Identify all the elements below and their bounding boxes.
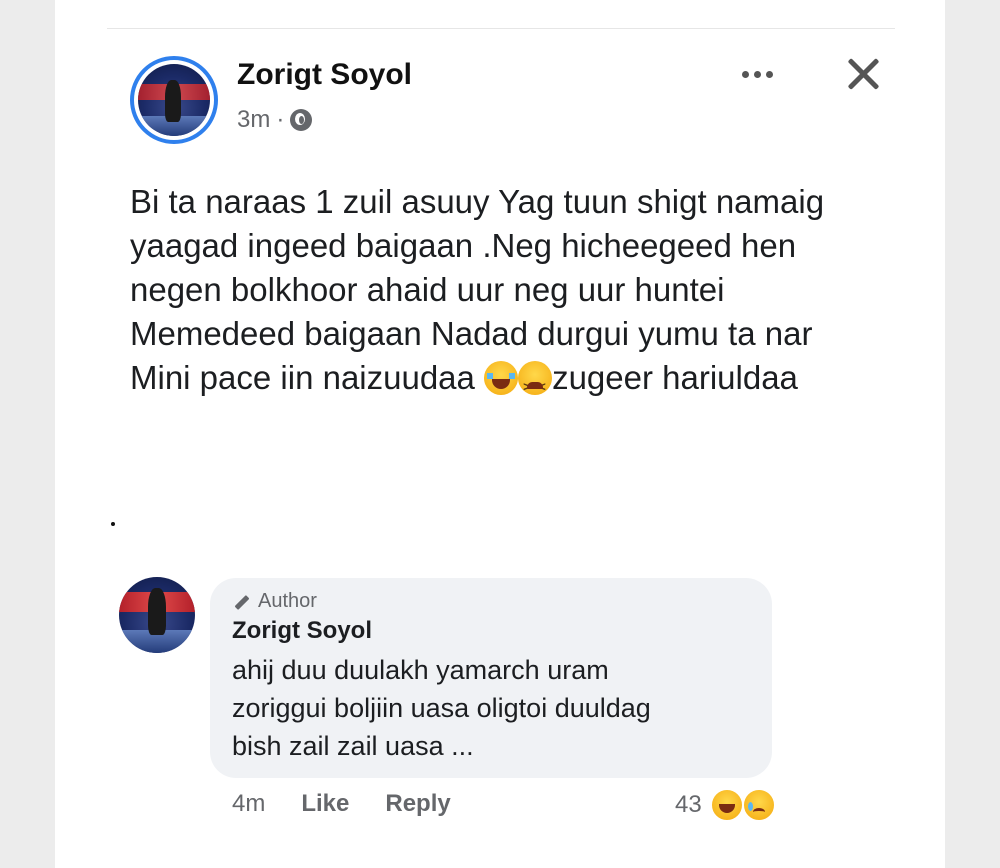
post-text-line: Bi ta naraas 1 zuil asuuy Yag tuun shigt… [130, 183, 825, 220]
more-options-button[interactable] [735, 62, 779, 86]
reaction-count: 43 [675, 791, 702, 818]
post-text-line: negen bolkhoor ahaid uur neg uur huntei [130, 271, 725, 308]
comment-text: ahij duu duulakh yamarch uram zoriggui b… [232, 651, 750, 765]
post-text-line-end: zugeer hariuldaa [552, 359, 798, 396]
comment-time[interactable]: 4m [232, 790, 265, 818]
comment-text-line: ahij duu duulakh yamarch uram [232, 655, 609, 685]
comment-reactions[interactable]: 43 [675, 788, 776, 822]
author-badge: Author [232, 590, 750, 613]
post-text-line: yaagad ingeed baigaan .Neg hicheegeed he… [130, 227, 797, 264]
post-card: Zorigt Soyol 3m · Bi ta naraas 1 zuil as… [55, 0, 945, 868]
comment-actions: 4m Like Reply [232, 790, 451, 818]
reply-button[interactable]: Reply [385, 790, 450, 818]
post-text-line: Memedeed baigaan Nadad durgui yumu ta na… [130, 315, 813, 352]
avatar-image [138, 64, 210, 136]
post-text: Bi ta naraas 1 zuil asuuy Yag tuun shigt… [130, 180, 910, 409]
meta-separator: · [276, 106, 285, 133]
divider [107, 28, 895, 29]
close-icon[interactable] [843, 54, 883, 94]
comment-author-name[interactable]: Zorigt Soyol [232, 617, 750, 645]
like-button[interactable]: Like [301, 790, 349, 818]
author-badge-label: Author [258, 590, 317, 612]
sad-reaction-icon [741, 788, 776, 822]
pencil-icon [232, 593, 250, 611]
author-avatar[interactable] [130, 56, 218, 144]
tears-of-joy-emoji-icon [484, 361, 519, 395]
post-time[interactable]: 3m [237, 106, 270, 134]
trailing-dot [111, 522, 115, 526]
comment-text-line: bish zail zail uasa ... [232, 731, 474, 761]
post-text-line-start: Mini pace iin naizuudaa [130, 359, 475, 396]
comment-bubble: Author Zorigt Soyol ahij duu duulakh yam… [210, 578, 772, 778]
post-author-name[interactable]: Zorigt Soyol [237, 58, 412, 92]
dot-icon [741, 70, 749, 78]
post-text-line-last: Mini pace iin naizuudaa zugeer hariuldaa [130, 356, 910, 409]
comment-author-avatar[interactable] [119, 577, 195, 653]
tired-face-emoji-icon [518, 361, 553, 409]
globe-icon [290, 109, 313, 131]
haha-reaction-icon [709, 788, 744, 822]
dot-icon [753, 70, 761, 78]
dot-icon [765, 70, 773, 78]
comment-text-line: zoriggui boljiin uasa oligtoi duuldag [232, 693, 651, 723]
post-meta: 3m · [237, 106, 313, 134]
